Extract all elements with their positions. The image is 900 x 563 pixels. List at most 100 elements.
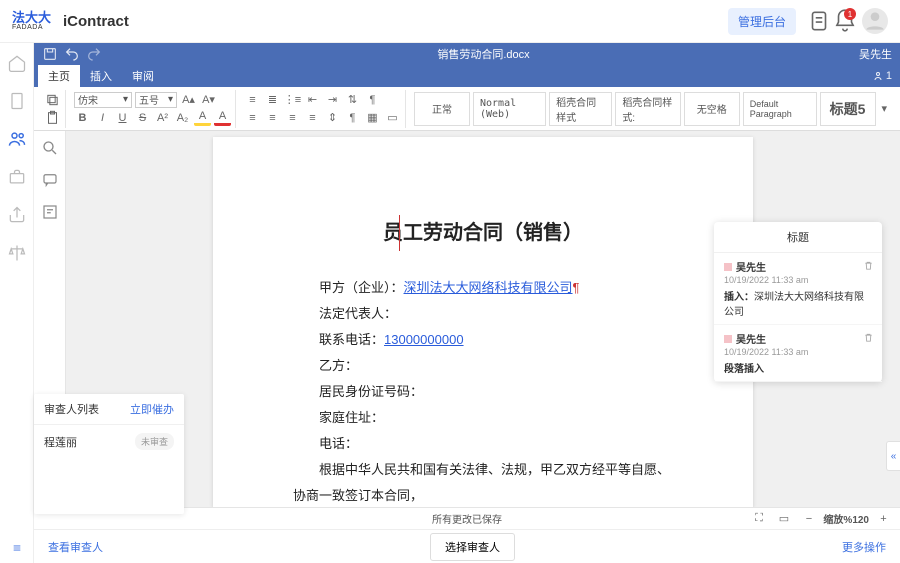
strike-button[interactable]: S (134, 110, 151, 126)
reviewer-name: 程莲丽 (44, 434, 77, 450)
heading-nav-icon[interactable] (41, 203, 59, 221)
comment-icon[interactable] (41, 171, 59, 189)
nav-people-icon[interactable] (7, 129, 27, 149)
style-template1[interactable]: 稻壳合同样式 (549, 92, 612, 126)
style-nospace[interactable]: 无空格 (684, 92, 740, 126)
nav-doc-icon[interactable] (7, 91, 27, 111)
save-status: 所有更改已保存 (432, 511, 502, 526)
delete-change-icon[interactable] (863, 332, 874, 346)
bottom-action-bar: 查看审查人 选择审查人 更多操作 (34, 529, 900, 563)
admin-console-button[interactable]: 管理后台 (728, 8, 796, 35)
track-panel-title: 标题 (714, 222, 882, 253)
doc-line-preamble-a: 根据中华人民共和国有关法律、法规，甲乙双方经平等自愿、协商一致签订本合同， (293, 457, 673, 507)
fit-width-icon[interactable]: ⛶ (750, 511, 767, 527)
nav-home-icon[interactable] (7, 53, 27, 73)
nav-share-icon[interactable] (7, 205, 27, 225)
menu-row: 主页 插入 审阅 1 (34, 65, 900, 87)
style-web[interactable]: Normal (Web) (473, 92, 546, 126)
save-icon[interactable] (42, 46, 58, 62)
nav-menu-icon[interactable] (7, 543, 27, 563)
reviewer-row[interactable]: 程莲丽 未审查 (34, 425, 184, 458)
delete-change-icon[interactable] (863, 260, 874, 274)
menu-tab-home[interactable]: 主页 (38, 65, 80, 87)
search-icon[interactable] (41, 139, 59, 157)
clipboard-icon[interactable] (806, 8, 832, 34)
nav-briefcase-icon[interactable] (7, 167, 27, 187)
superscript-button[interactable]: A² (154, 110, 171, 126)
style-normal[interactable]: 正常 (414, 92, 470, 126)
underline-button[interactable]: U (114, 110, 131, 126)
style-template2[interactable]: 稻壳合同样式: (615, 92, 680, 126)
ribbon: 仿宋 ▾ 五号 ▾ A▴ A▾ B I U S A² A₂ A A (34, 87, 900, 131)
paste-icon[interactable] (44, 110, 61, 126)
user-color-swatch (724, 335, 732, 343)
italic-button[interactable]: I (94, 110, 111, 126)
view-reviewers-link[interactable]: 查看审查人 (48, 539, 103, 555)
current-user: 吴先生 (859, 46, 892, 62)
style-dropdown-icon[interactable]: ▾ (879, 101, 890, 117)
grow-font-icon[interactable]: A▴ (180, 92, 197, 108)
track-item[interactable]: 吴先生 10/19/2022 11:33 am 插入：深圳法大大网络科技有限公司 (714, 253, 882, 325)
align-right-icon[interactable]: ≡ (284, 110, 301, 126)
multilevel-list-icon[interactable]: ⋮≡ (284, 92, 301, 108)
align-center-icon[interactable]: ≡ (264, 110, 281, 126)
doc-title: 员工劳动合同（销售） (293, 213, 673, 253)
app-header: 法大大 FADADA iContract 管理后台 1 (0, 0, 900, 43)
document-filename: 销售劳动合同.docx (108, 46, 859, 62)
align-justify-icon[interactable]: ≡ (304, 110, 321, 126)
doc-line-party-b: 乙方： (293, 353, 673, 379)
highlight-button[interactable]: A (194, 110, 211, 126)
undo-icon[interactable] (64, 46, 80, 62)
select-reviewer-button[interactable]: 选择审查人 (430, 533, 515, 561)
phone-link[interactable]: 13000000000 (384, 332, 464, 347)
bold-button[interactable]: B (74, 110, 91, 126)
pilcrow-icon[interactable]: ¶ (364, 92, 381, 108)
doc-line-addr: 家庭住址： (293, 405, 673, 431)
menu-tab-insert[interactable]: 插入 (80, 65, 122, 87)
number-list-icon[interactable]: ≣ (264, 92, 281, 108)
nav-rail (0, 43, 34, 563)
zoom-label: 缩放%120 (823, 511, 869, 526)
menu-tab-review[interactable]: 审阅 (122, 65, 164, 87)
copy-icon[interactable] (44, 92, 61, 108)
bullet-list-icon[interactable]: ≡ (244, 92, 261, 108)
app-title: iContract (63, 13, 129, 30)
line-spacing-icon[interactable]: ⇕ (324, 110, 341, 126)
subscript-button[interactable]: A₂ (174, 110, 191, 126)
more-actions-link[interactable]: 更多操作 (842, 539, 886, 555)
notification-badge: 1 (844, 8, 856, 20)
outdent-icon[interactable]: ⇤ (304, 92, 321, 108)
company-link[interactable]: 深圳法大大网络科技有限公司 (404, 280, 573, 295)
collapse-panel-button[interactable]: « (886, 441, 900, 471)
paragraph-icon[interactable]: ¶ (344, 110, 361, 126)
doc-titlebar: 销售劳动合同.docx 吴先生 (34, 43, 900, 65)
font-select[interactable]: 仿宋 ▾ (74, 92, 132, 108)
shading-icon[interactable]: ▦ (364, 110, 381, 126)
nav-scale-icon[interactable] (7, 243, 27, 263)
style-default-para[interactable]: Default Paragraph (743, 92, 817, 126)
reviewer-panel-title: 审查人列表 (44, 401, 99, 417)
doc-line-phone: 联系电话：13000000000 (293, 327, 673, 353)
zoom-in-button[interactable]: + (875, 511, 892, 527)
avatar[interactable] (862, 8, 888, 34)
logo: 法大大 FADADA (12, 11, 51, 31)
zoom-out-button[interactable]: − (800, 511, 817, 527)
redo-icon[interactable] (86, 46, 102, 62)
track-item[interactable]: 吴先生 10/19/2022 11:33 am 段落插入 (714, 325, 882, 382)
track-changes-panel: 标题 吴先生 10/19/2022 11:33 am 插入：深圳法大大网络科技有… (714, 222, 882, 382)
sort-icon[interactable]: ⇅ (344, 92, 361, 108)
document-page[interactable]: 员工劳动合同（销售） 甲方（企业）：深圳法大大网络科技有限公司¶ 法定代表人： … (213, 137, 753, 507)
presence-icon[interactable]: 1 (872, 70, 892, 82)
urge-link[interactable]: 立即催办 (130, 401, 174, 417)
shrink-font-icon[interactable]: A▾ (200, 92, 217, 108)
style-heading5[interactable]: 标题5 (820, 92, 876, 126)
bell-icon[interactable]: 1 (832, 8, 858, 34)
size-select[interactable]: 五号 ▾ (135, 92, 177, 108)
font-color-button[interactable]: A (214, 110, 231, 126)
align-left-icon[interactable]: ≡ (244, 110, 261, 126)
user-color-swatch (724, 263, 732, 271)
reviewer-panel: 审查人列表 立即催办 程莲丽 未审查 (34, 394, 184, 514)
indent-icon[interactable]: ⇥ (324, 92, 341, 108)
border-icon[interactable]: ▭ (384, 110, 401, 126)
fit-page-icon[interactable]: ▭ (775, 511, 792, 527)
